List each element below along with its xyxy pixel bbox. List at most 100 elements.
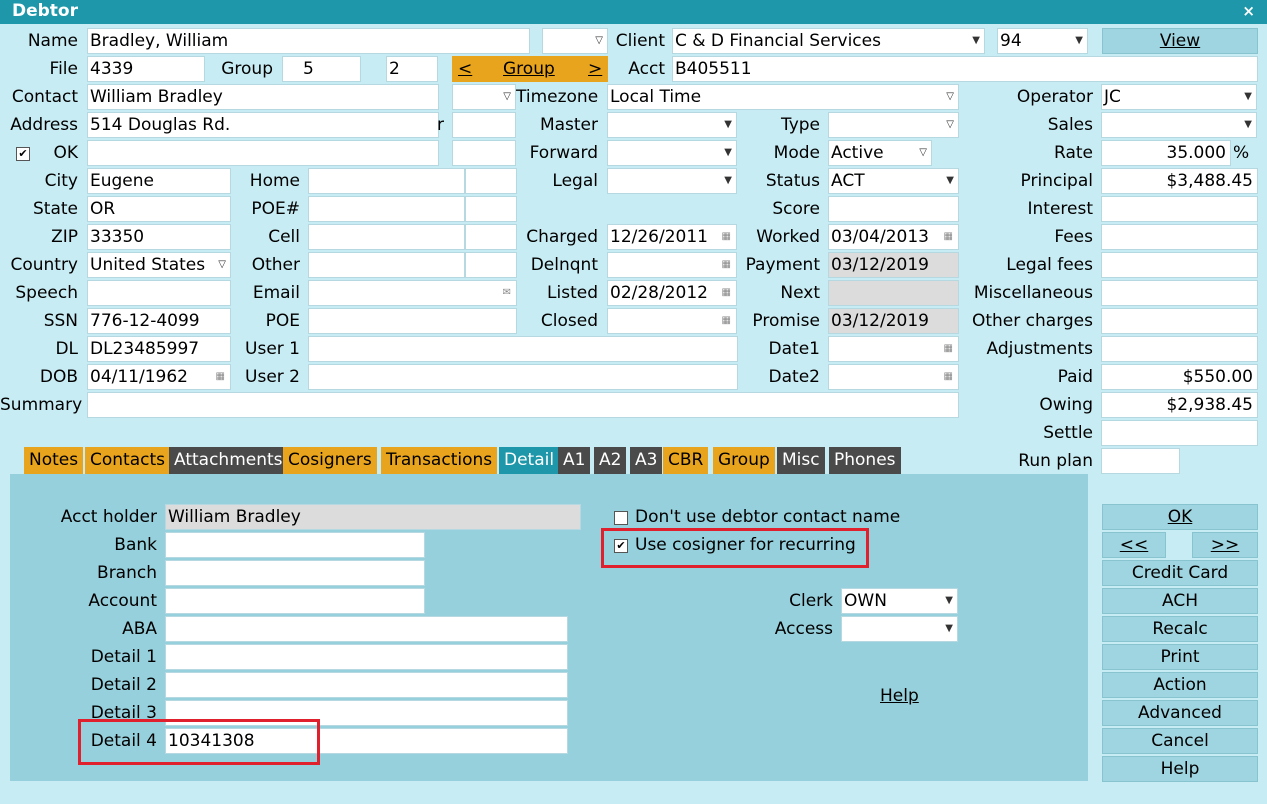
ach-button[interactable]: ACH (1102, 588, 1258, 614)
tab-cosigners[interactable]: Cosigners (283, 447, 377, 474)
tab-group[interactable]: Group (713, 447, 775, 474)
tab-a3[interactable]: A3 (630, 447, 663, 474)
tab-contacts[interactable]: Contacts (85, 447, 170, 474)
type-select[interactable]: ▽ (828, 112, 959, 138)
acct-field[interactable]: B405511 (672, 56, 1258, 82)
name-field[interactable]: Bradley, William (87, 28, 530, 54)
calendar-icon[interactable]: ▦ (944, 337, 953, 361)
tab-phones[interactable]: Phones (829, 447, 901, 474)
city-field[interactable]: Eugene (87, 168, 231, 194)
prev-button[interactable]: << (1102, 532, 1166, 558)
address2-field[interactable] (87, 140, 439, 166)
recalc-button[interactable]: Recalc (1102, 616, 1258, 642)
state-field[interactable]: OR (87, 196, 231, 222)
ok-button[interactable]: OK (1102, 504, 1258, 530)
other-charges-field[interactable] (1101, 308, 1258, 334)
dont-use-contact-checkbox[interactable] (614, 511, 628, 525)
tab-attachments[interactable]: Attachments (169, 447, 288, 474)
advanced-button[interactable]: Advanced (1102, 700, 1258, 726)
branch-field[interactable] (165, 560, 425, 586)
account-field[interactable] (165, 588, 425, 614)
operator-select[interactable]: JC ▼ (1101, 84, 1257, 110)
date2-field[interactable]: ▦ (828, 364, 959, 390)
mode-select[interactable]: Active ▽ (828, 140, 932, 166)
tab-detail[interactable]: Detail (499, 447, 560, 474)
fees-field[interactable] (1101, 224, 1258, 250)
paid-field[interactable]: $550.00 (1101, 364, 1258, 390)
home-phone-field[interactable] (308, 168, 465, 194)
group-button[interactable]: Group (503, 57, 555, 81)
tab-cbr[interactable]: CBR (663, 447, 709, 474)
calendar-icon[interactable]: ▦ (722, 225, 731, 249)
tab-a2[interactable]: A2 (594, 447, 627, 474)
print-button[interactable]: Print (1102, 644, 1258, 670)
calendar-icon[interactable]: ▦ (216, 365, 225, 389)
legal-fees-field[interactable] (1101, 252, 1258, 278)
address2-extra-field[interactable] (452, 140, 516, 166)
settle-field[interactable] (1101, 420, 1258, 446)
legal-select[interactable]: ▼ (607, 168, 737, 194)
calendar-icon[interactable]: ▦ (944, 365, 953, 389)
client-code-select[interactable]: 94 ▼ (997, 28, 1088, 54)
bank-field[interactable] (165, 532, 425, 558)
group-field[interactable]: 5 (282, 56, 361, 82)
access-select[interactable]: ▼ (841, 616, 958, 642)
country-select[interactable]: United States ▽ (87, 252, 231, 278)
summary-field[interactable] (87, 392, 959, 418)
rate-field[interactable]: 35.000 (1101, 140, 1231, 166)
run-plan-field[interactable] (1101, 448, 1180, 474)
timezone-select[interactable]: Local Time ▽ (607, 84, 959, 110)
status-select[interactable]: ACT ▼ (828, 168, 959, 194)
other-ext-field[interactable] (465, 252, 517, 278)
next-button[interactable]: >> (1192, 532, 1258, 558)
address-field[interactable]: 514 Douglas Rd. (87, 112, 439, 138)
adjustments-field[interactable] (1101, 336, 1258, 362)
email-field[interactable]: ✉ (308, 280, 517, 306)
user1-field[interactable] (308, 336, 738, 362)
contact-type-select[interactable]: ▽ (452, 84, 516, 110)
detail2-field[interactable] (165, 672, 568, 698)
close-icon[interactable]: × (1242, 2, 1255, 20)
charged-field[interactable]: 12/26/2011 ▦ (607, 224, 737, 250)
contact-field[interactable]: William Bradley (87, 84, 439, 110)
delnqnt-field[interactable]: ▦ (607, 252, 737, 278)
calendar-icon[interactable]: ▦ (944, 225, 953, 249)
address-extra-field[interactable] (452, 112, 516, 138)
master-select[interactable]: ▼ (607, 112, 737, 138)
date1-field[interactable]: ▦ (828, 336, 959, 362)
cancel-button[interactable]: Cancel (1102, 728, 1258, 754)
dl-field[interactable]: DL23485997 (87, 336, 231, 362)
sales-select[interactable]: ▼ (1101, 112, 1257, 138)
zip-field[interactable]: 33350 (87, 224, 231, 250)
poe-field[interactable] (308, 308, 517, 334)
owing-field[interactable]: $2,938.45 (1101, 392, 1258, 418)
user2-field[interactable] (308, 364, 738, 390)
tab-misc[interactable]: Misc (777, 447, 825, 474)
detail1-field[interactable] (165, 644, 568, 670)
closed-field[interactable]: ▦ (607, 308, 737, 334)
tab-notes[interactable]: Notes (24, 447, 84, 474)
poe-ext-field[interactable] (465, 196, 517, 222)
cell-ext-field[interactable] (465, 224, 517, 250)
clerk-select[interactable]: OWN ▼ (841, 588, 958, 614)
envelope-icon[interactable]: ✉ (503, 281, 511, 305)
detail-help-link[interactable]: Help (880, 684, 919, 708)
group2-field[interactable]: 2 (386, 56, 438, 82)
calendar-icon[interactable]: ▦ (722, 309, 731, 333)
ok-checkbox[interactable]: ✔ (16, 147, 30, 161)
help-button[interactable]: Help (1102, 756, 1258, 782)
worked-field[interactable]: 03/04/2013 ▦ (828, 224, 959, 250)
dob-field[interactable]: 04/11/1962 ▦ (87, 364, 231, 390)
credit-card-button[interactable]: Credit Card (1102, 560, 1258, 586)
file-field[interactable]: 4339 (87, 56, 205, 82)
action-button[interactable]: Action (1102, 672, 1258, 698)
interest-field[interactable] (1101, 196, 1258, 222)
miscellaneous-field[interactable] (1101, 280, 1258, 306)
other-phone-field[interactable] (308, 252, 465, 278)
aba-field[interactable] (165, 616, 568, 642)
speech-field[interactable] (87, 280, 231, 306)
score-field[interactable] (828, 196, 959, 222)
principal-field[interactable]: $3,488.45 (1101, 168, 1258, 194)
home-ext-field[interactable] (465, 168, 517, 194)
tab-a1[interactable]: A1 (558, 447, 591, 474)
